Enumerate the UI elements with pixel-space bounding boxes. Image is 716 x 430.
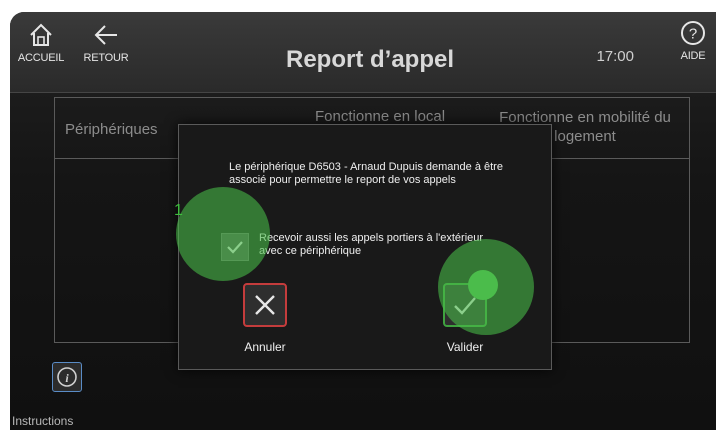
validate-label: Valider (446, 340, 484, 354)
back-label: RETOUR (83, 52, 129, 64)
page-title: Report d’appel (285, 46, 454, 73)
column-header-local: Fonctionne en local (315, 108, 446, 125)
clock: 17:00 (596, 48, 634, 65)
home-button[interactable]: ACCUEIL (10, 22, 72, 64)
instructions-button[interactable]: i (52, 362, 82, 392)
arrow-left-icon (94, 25, 117, 45)
question-circle-icon: ? (681, 21, 705, 45)
app-screen: ACCUEIL RETOUR Report d’appel 17:00 ? AI… (10, 12, 716, 430)
column-header-devices: Périphériques (65, 121, 158, 138)
home-icon (30, 23, 52, 46)
home-label: ACCUEIL (17, 52, 65, 64)
instructions-label: Instructions (12, 414, 74, 428)
cancel-label: Annuler (244, 340, 286, 354)
dialog-message: Le périphérique D6503 - Arnaud Dupuis de… (229, 161, 503, 186)
help-label: AIDE (680, 50, 706, 62)
close-icon (255, 295, 275, 315)
touch-indicator-1 (176, 187, 270, 281)
svg-text:?: ? (689, 26, 697, 43)
cancel-button[interactable] (243, 283, 287, 327)
svg-text:i: i (65, 371, 69, 385)
info-icon: i (57, 367, 77, 387)
touch-number: 1 (174, 202, 183, 219)
header-bar: ACCUEIL RETOUR Report d’appel 17:00 ? AI… (10, 12, 716, 93)
touch-point (468, 270, 498, 300)
back-button[interactable]: RETOUR (72, 22, 140, 64)
help-button[interactable]: ? AIDE (670, 20, 716, 62)
